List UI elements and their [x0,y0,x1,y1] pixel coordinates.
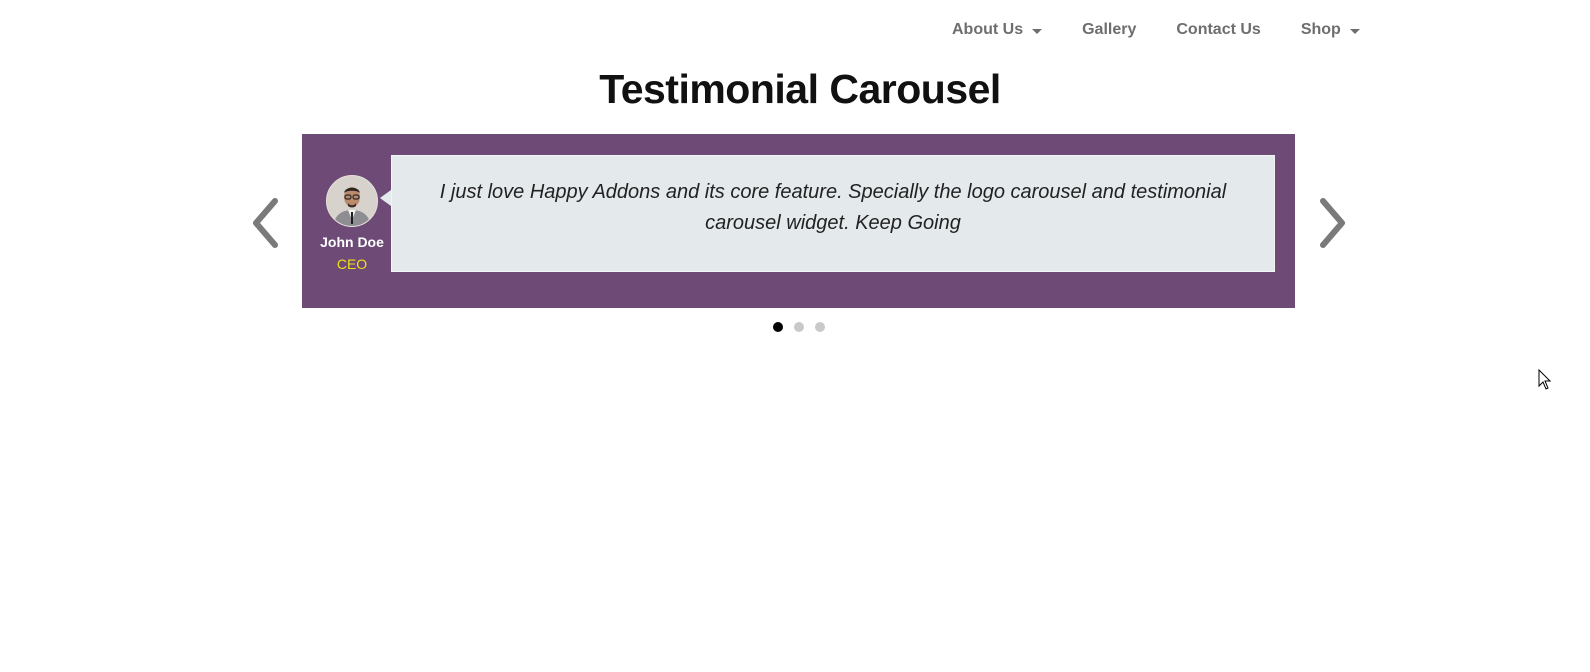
carousel-prev-button[interactable] [250,197,284,249]
main-nav: About Us Gallery Contact Us Shop [952,19,1360,41]
nav-item-label: Gallery [1082,21,1137,38]
nav-item-contact-us[interactable]: Contact Us [1176,21,1260,39]
nav-item-about-us[interactable]: About Us [952,21,1043,39]
chevron-left-icon [253,198,278,248]
author-role: CEO [336,256,368,272]
caret-down-icon [1032,28,1043,34]
testimonial-carousel: John Doe CEO I just love Happy Addons an… [302,134,1295,308]
carousel-dot-3[interactable] [815,322,825,332]
caret-down-icon [1349,28,1360,34]
nav-item-shop[interactable]: Shop [1301,21,1360,39]
nav-item-label: Shop [1300,21,1341,38]
nav-item-label: Contact Us [1176,21,1261,38]
carousel-dot-2[interactable] [794,322,804,332]
testimonial-quote: I just love Happy Addons and its core fe… [439,181,1227,234]
nav-item-label: About Us [952,21,1024,38]
bubble-pointer [380,190,391,206]
page: About Us Gallery Contact Us Shop Testimo… [0,0,1590,672]
chevron-right-icon [1320,198,1345,248]
author-name: John Doe [320,234,384,250]
testimonial-bubble: I just love Happy Addons and its core fe… [391,155,1275,272]
carousel-pagination [773,322,836,332]
carousel-dot-1[interactable] [773,322,783,332]
page-title: Testimonial Carousel [599,66,1001,112]
carousel-next-button[interactable] [1314,197,1348,249]
avatar [326,175,378,227]
avatar-image [327,176,377,226]
mouse-pointer-icon [1538,369,1552,390]
nav-item-gallery[interactable]: Gallery [1082,21,1136,39]
testimonial-author: John Doe CEO [320,175,384,272]
